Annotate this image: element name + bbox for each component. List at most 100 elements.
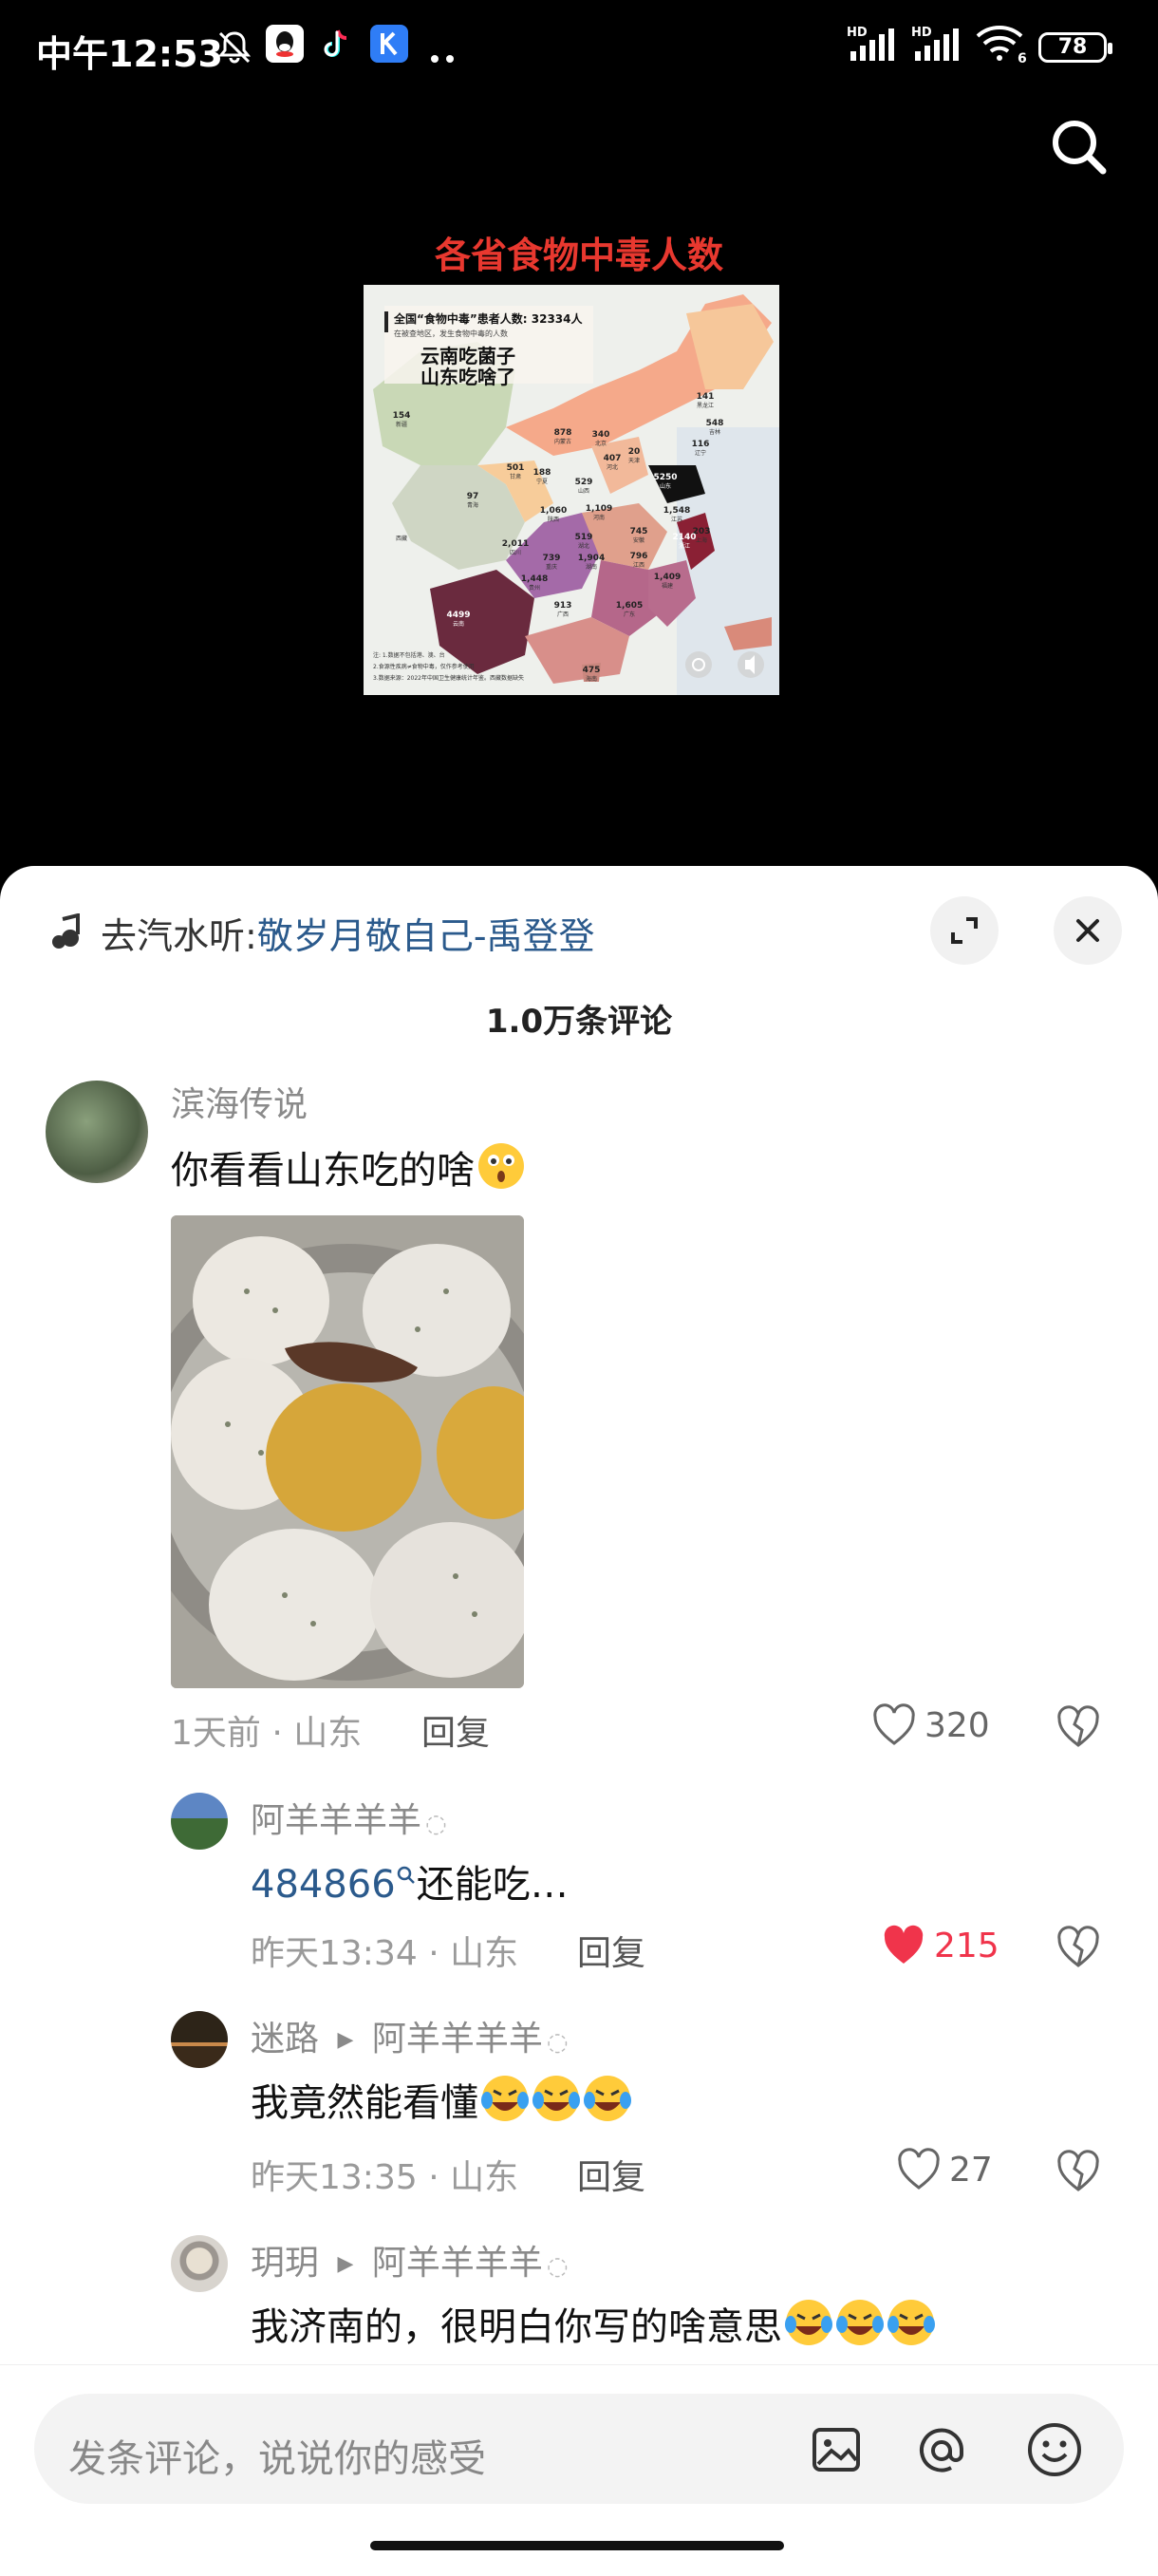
map-label-value: 1,904 xyxy=(578,554,605,563)
map-label-name: 海南 xyxy=(586,675,597,683)
comment-input-placeholder: 发条评论，说说你的感受 xyxy=(68,2437,486,2481)
map-label-value: 340 xyxy=(592,430,610,440)
like-button[interactable]: 27 xyxy=(896,2148,993,2191)
reply-username-text: 玥玥 xyxy=(251,2244,320,2283)
image-picker-icon[interactable] xyxy=(809,2422,864,2477)
map-label-name: 江西 xyxy=(633,562,644,569)
dislike-broken-heart-icon[interactable] xyxy=(1055,2148,1101,2193)
comment-username[interactable]: 滨海传说 xyxy=(171,1077,308,1126)
like-button[interactable]: 215 xyxy=(881,1924,999,1967)
map-label-value: 188 xyxy=(533,468,551,478)
like-button[interactable]: 320 xyxy=(871,1703,990,1747)
map-label-value: 5250 xyxy=(653,473,677,482)
map-label-value: 745 xyxy=(630,527,648,536)
map-label-value: 4499 xyxy=(446,611,470,620)
laugh-cry-emoji-icon xyxy=(836,2300,884,2345)
map-label-name: 福建 xyxy=(662,582,673,590)
reply-username[interactable]: 玥玥 ▶ 阿羊羊羊羊 ◌ xyxy=(251,2235,569,2285)
reply-username-text: 迷路 xyxy=(251,2020,320,2059)
reply-to-arrow-icon: ▶ xyxy=(337,2252,354,2276)
map-label-name: 内蒙古 xyxy=(554,438,571,445)
comment-image-buns[interactable] xyxy=(171,1215,524,1688)
heart-filled-icon xyxy=(884,1925,924,1964)
mute-bell-icon xyxy=(217,31,252,64)
reply-username[interactable]: 迷路 ▶ 阿羊羊羊羊 ◌ xyxy=(251,2011,569,2060)
reply-text: 484866 还能吃… xyxy=(251,1853,569,1908)
reply-text-content: 我竟然能看懂 xyxy=(251,2081,478,2125)
emoji-picker-icon[interactable] xyxy=(1025,2420,1084,2479)
dislike-broken-heart-icon[interactable] xyxy=(1055,1703,1101,1749)
reply-meta: 昨天13:34 · 山东 xyxy=(251,1934,519,1973)
reply-to-username[interactable]: 阿羊羊羊羊 xyxy=(372,2244,543,2283)
map-label-value: 796 xyxy=(630,552,648,561)
avatar[interactable] xyxy=(171,1793,228,1850)
china-map-figure: 全国“食物中毒”患者人数: 32334人 在被查地区，发生食物中毒的人数 云南吃… xyxy=(364,285,779,695)
signal-icon-1: HD xyxy=(847,26,894,61)
video-frame-map[interactable]: 全国“食物中毒”患者人数: 32334人 在被查地区，发生食物中毒的人数 云南吃… xyxy=(364,285,779,695)
map-label-value: 2,011 xyxy=(502,539,529,549)
comment-input[interactable]: 发条评论，说说你的感受 xyxy=(34,2394,1124,2504)
music-link[interactable]: 去汽水听: 敬岁月敬自己-禹登登 xyxy=(49,906,595,959)
comment-meta: 1天前 · 山东 xyxy=(171,1714,363,1753)
mention-at-icon[interactable] xyxy=(913,2422,970,2479)
wifi-badge: 6 xyxy=(1018,51,1027,65)
reply-button[interactable]: 回复 xyxy=(577,1926,645,1975)
map-label-name: 江苏 xyxy=(671,516,682,523)
hd-label: HD xyxy=(847,26,868,40)
sheep-emoji-icon: ◌ xyxy=(546,2252,569,2281)
map-label-name: 宁夏 xyxy=(536,478,548,485)
map-label-name: 北京 xyxy=(595,440,607,447)
reply-to-username[interactable]: 阿羊羊羊羊 xyxy=(372,2020,543,2059)
map-label-name: 重庆 xyxy=(546,563,557,571)
close-icon xyxy=(1076,919,1099,942)
map-label-value: 1,409 xyxy=(654,573,681,582)
reply-meta: 昨天13:35 · 山东 xyxy=(251,2158,519,2197)
search-icon[interactable] xyxy=(1040,108,1120,188)
map-label-name: 云南 xyxy=(453,620,464,628)
avatar[interactable] xyxy=(171,2235,228,2292)
map-label-name: 吉林 xyxy=(709,428,720,436)
status-time: 中午12:53 xyxy=(36,33,223,75)
signal-icon-2: HD xyxy=(911,26,959,61)
map-label-name: 山东 xyxy=(660,482,671,490)
music-song[interactable]: 敬岁月敬自己-禹登登 xyxy=(257,907,595,959)
app-k-icon xyxy=(370,25,408,63)
close-button[interactable] xyxy=(1054,896,1122,965)
laugh-cry-emoji-icon xyxy=(887,2300,935,2345)
dislike-broken-heart-icon[interactable] xyxy=(1055,1924,1101,1969)
like-count: 320 xyxy=(925,1705,990,1745)
map-note-1: 注: 1.数据不包括港、澳、台 xyxy=(373,651,445,659)
avatar[interactable] xyxy=(46,1081,148,1183)
map-label-value: 407 xyxy=(604,454,622,463)
map-label-value: 2140 xyxy=(672,533,696,542)
map-note-3: 3.数据来源：2022年中国卫生健康统计年鉴。西藏数据缺失 xyxy=(373,674,524,682)
reply-username[interactable]: 阿羊羊羊羊 ◌ xyxy=(251,1793,447,1842)
map-label-name: 广西 xyxy=(557,611,569,618)
map-label-value: 1,060 xyxy=(540,506,567,516)
map-label-name: 湖南 xyxy=(586,563,597,571)
avatar[interactable] xyxy=(171,2011,228,2068)
comment-text: 你看看山东吃的啥 xyxy=(171,1139,526,1194)
music-prefix: 去汽水听: xyxy=(101,914,257,957)
expand-button[interactable] xyxy=(930,896,999,965)
map-label-name: 辽宁 xyxy=(695,449,706,457)
home-indicator[interactable] xyxy=(370,2541,784,2550)
map-label-value: 913 xyxy=(554,601,572,611)
laugh-cry-emoji-icon xyxy=(532,2076,580,2121)
sheep-emoji-icon: ◌ xyxy=(425,1810,447,1838)
sheep-emoji-icon: ◌ xyxy=(546,2028,569,2057)
map-header: 全国“食物中毒”患者人数: 32334人 xyxy=(393,311,583,326)
map-label-name: 湖北 xyxy=(578,542,589,550)
map-label-value: 1,548 xyxy=(663,506,690,516)
laugh-cry-emoji-icon xyxy=(481,2076,529,2121)
reply-to-arrow-icon: ▶ xyxy=(337,2028,354,2052)
map-headline-2: 山东吃啥了 xyxy=(420,366,515,388)
reply-button[interactable]: 回复 xyxy=(421,1705,490,1755)
search-small-icon[interactable] xyxy=(396,1865,417,1886)
search-keyword-link[interactable]: 484866 xyxy=(251,1863,396,1907)
comment-count: 1.0万条评论 xyxy=(485,1003,673,1041)
video-replay-icon xyxy=(685,651,712,678)
reply-button[interactable]: 回复 xyxy=(577,2150,645,2199)
comment-text-content: 你看看山东吃的啥 xyxy=(171,1149,475,1193)
laugh-cry-emoji-icon xyxy=(584,2076,631,2121)
